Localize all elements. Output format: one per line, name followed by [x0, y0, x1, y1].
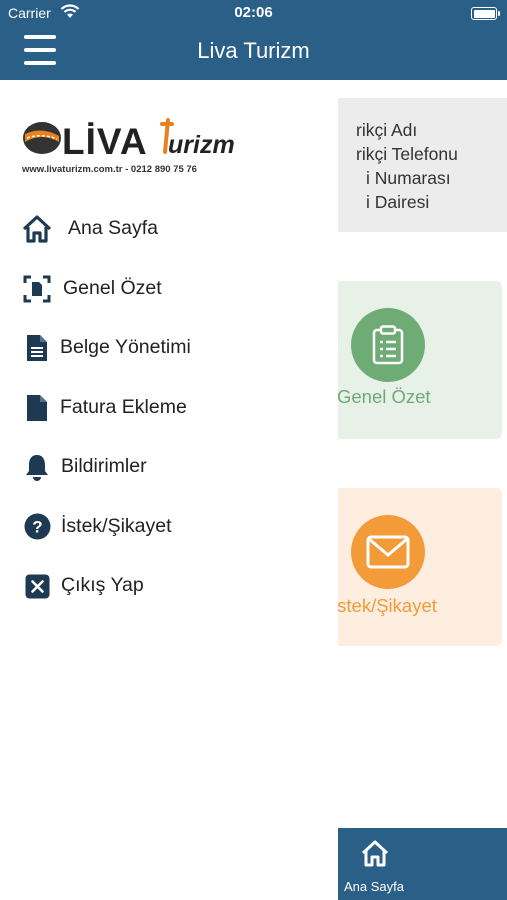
- istek-sikayet-tile[interactable]: İstek/Şikayet: [338, 488, 502, 646]
- question-icon: ?: [22, 512, 52, 542]
- drawer-item-belge-yonetimi[interactable]: Belge Yönetimi: [22, 329, 322, 389]
- file-icon: [22, 393, 52, 423]
- drawer-item-ana-sayfa[interactable]: Ana Sayfa: [22, 210, 322, 270]
- drawer-item-label: Bildirimler: [61, 455, 147, 477]
- battery-icon: [471, 7, 500, 20]
- side-drawer: LİVA urizm www.livaturizm.com.tr - 0212 …: [0, 80, 338, 900]
- info-row: i Dairesi: [366, 192, 430, 212]
- liva-turizm-logo: LİVA urizm www.livaturizm.com.tr - 0212 …: [22, 116, 237, 175]
- info-row: rikçi Telefonu: [356, 144, 458, 164]
- drawer-menu: Ana Sayfa Genel Özet Belge Yönetimi Fatu…: [22, 210, 322, 627]
- drawer-item-label: Genel Özet: [63, 276, 162, 299]
- info-row: i Numarası: [366, 168, 451, 188]
- logo-contact-text: www.livaturizm.com.tr - 0212 890 75 76: [22, 164, 197, 175]
- home-icon: [360, 840, 390, 872]
- file-text-icon: [22, 333, 52, 363]
- drawer-item-label: Fatura Ekleme: [60, 395, 187, 418]
- document-scan-icon: [22, 274, 52, 304]
- drawer-item-istek-sikayet[interactable]: ? İstek/Şikayet: [22, 508, 322, 568]
- svg-text:?: ?: [32, 518, 42, 537]
- drawer-item-bildirimler[interactable]: Bildirimler: [22, 448, 322, 508]
- tile-label: İstek/Şikayet: [338, 595, 437, 616]
- clock-label: 02:06: [234, 4, 273, 21]
- company-info-card: rikçi Adı rikçi Telefonu i Numarası i Da…: [338, 98, 507, 232]
- drawer-item-cikis-yap[interactable]: Çıkış Yap: [22, 567, 322, 627]
- drawer-item-fatura-ekleme[interactable]: Fatura Ekleme: [22, 389, 322, 449]
- status-bar: Carrier 02:06: [0, 0, 507, 28]
- info-row: rikçi Adı: [356, 120, 418, 140]
- clipboard-icon: [351, 308, 425, 382]
- drawer-item-genel-ozet[interactable]: Genel Özet: [22, 270, 322, 330]
- tab-bar: Ana Sayfa: [338, 828, 507, 900]
- bell-icon: [22, 452, 52, 482]
- drawer-item-label: İstek/Şikayet: [61, 514, 172, 537]
- svg-text:urizm: urizm: [168, 131, 235, 159]
- tile-label: Genel Özet: [338, 386, 431, 407]
- drawer-item-label: Belge Yönetimi: [60, 336, 191, 358]
- drawer-item-label: Çıkış Yap: [61, 574, 144, 596]
- tab-label: Ana Sayfa: [344, 879, 404, 894]
- home-icon: [22, 214, 52, 244]
- mail-icon: [351, 515, 425, 589]
- genel-ozet-tile[interactable]: Genel Özet: [338, 281, 502, 439]
- svg-text:LİVA: LİVA: [62, 121, 148, 162]
- page-title: Liva Turizm: [197, 38, 310, 63]
- navigation-bar: Carrier 02:06 Liva Turizm: [0, 0, 507, 80]
- close-square-icon: [22, 571, 52, 601]
- drawer-item-label: Ana Sayfa: [68, 217, 158, 239]
